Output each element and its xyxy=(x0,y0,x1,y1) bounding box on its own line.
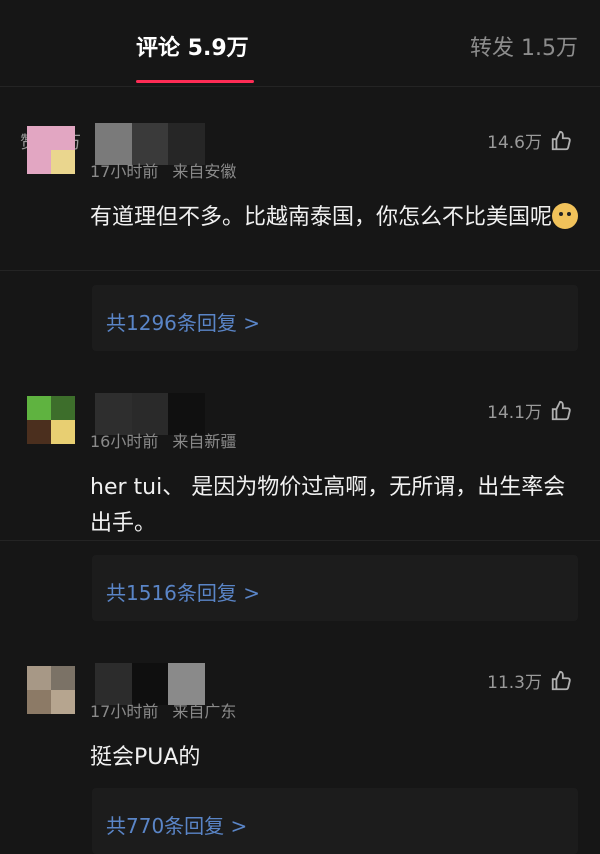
avatar[interactable] xyxy=(27,666,75,714)
avatar[interactable] xyxy=(27,126,75,174)
like-count: 11.3万 xyxy=(487,673,542,693)
like-count: 14.1万 xyxy=(487,403,542,423)
comment-item: 17小时前 来自安徽 14.6万 有道理但不多。比越南泰国，你怎么不比美国呢 共1… xyxy=(0,0,600,351)
like-button[interactable]: 14.1万 xyxy=(487,398,572,423)
avatar[interactable] xyxy=(27,396,75,444)
comment-meta: 17小时前 来自广东 xyxy=(90,698,236,722)
comment-text: 有道理但不多。比越南泰国，你怎么不比美国呢 xyxy=(90,200,580,236)
comment-text: her tui、 是因为物价过高啊，无所谓，出生率会出手。 xyxy=(90,475,566,536)
comment-meta: 16小时前 来自新疆 xyxy=(90,428,236,452)
comment-text: 挺会PUA的 xyxy=(90,745,201,770)
like-button[interactable]: 11.3万 xyxy=(487,668,572,693)
thumbs-up-icon xyxy=(550,670,572,692)
thumbs-up-icon xyxy=(550,130,572,152)
doge-emoji-icon xyxy=(552,203,579,229)
comment-location: 来自广东 xyxy=(172,702,237,721)
comment-meta: 17小时前 来自安徽 xyxy=(90,158,236,182)
comment-time: 17小时前 xyxy=(90,162,159,181)
comment-text-content: 有道理但不多。比越南泰国，你怎么不比美国呢 xyxy=(90,205,553,230)
thumbs-up-icon xyxy=(550,400,572,422)
comment-location: 来自安徽 xyxy=(172,162,237,181)
comment-location: 来自新疆 xyxy=(172,432,237,451)
comment-item: 16小时前 来自新疆 14.1万 her tui、 是因为物价过高啊，无所谓，出生… xyxy=(0,270,600,621)
like-count: 14.6万 xyxy=(487,133,542,153)
view-replies-link[interactable]: 共770条回复 > xyxy=(106,810,247,839)
comment-time: 16小时前 xyxy=(90,432,159,451)
comment-time: 17小时前 xyxy=(90,702,159,721)
like-button[interactable]: 14.6万 xyxy=(487,128,572,153)
reply-expand-box[interactable]: 共770条回复 > xyxy=(92,788,578,854)
comment-item: 17小时前 来自广东 11.3万 挺会PUA的 共770条回复 > xyxy=(0,540,600,854)
